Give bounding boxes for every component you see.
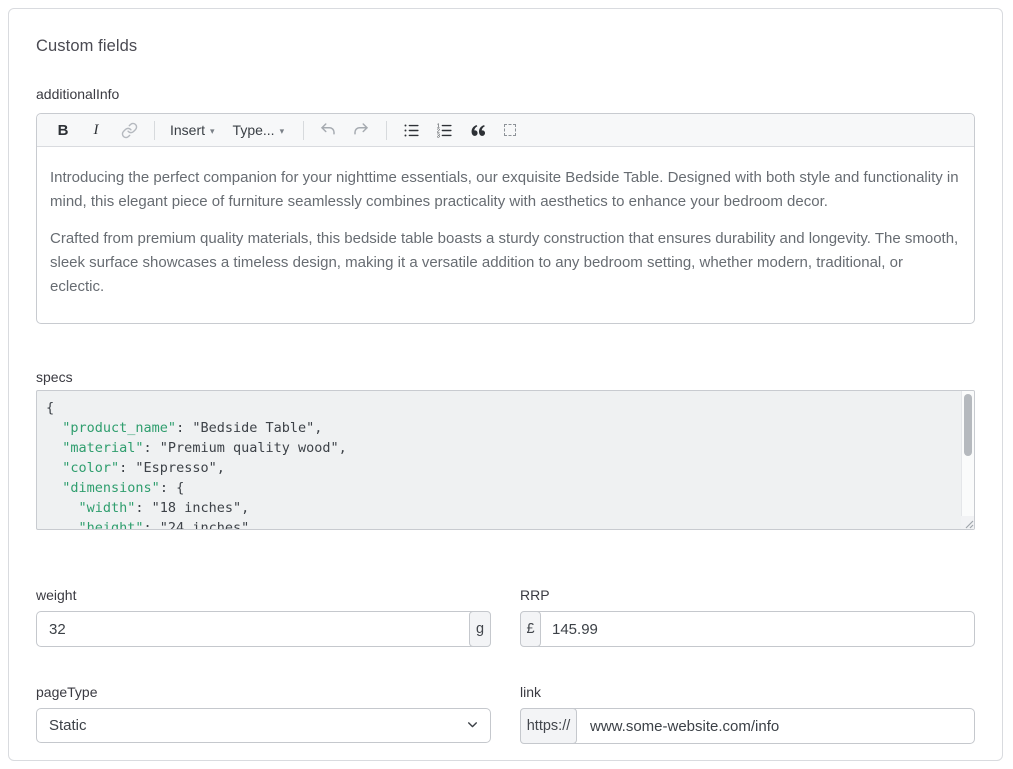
rrp-currency-addon: £ (520, 611, 541, 647)
specs-code[interactable]: { "product_name": "Bedside Table", "mate… (37, 391, 974, 530)
resize-handle[interactable] (961, 516, 974, 529)
caret-down-icon: ▾ (210, 126, 215, 137)
code-line: "dimensions": { (46, 478, 952, 498)
blockquote-icon (470, 124, 485, 137)
weight-unit-addon: g (469, 611, 491, 647)
code-line: "product_name": "Bedside Table", (46, 418, 952, 438)
rte-toolbar: B I Insert ▾ Type... ▾ (37, 114, 974, 147)
field-additionalInfo: additionalInfo B I Insert ▾ Type... ▾ (36, 86, 975, 324)
svg-text:3: 3 (436, 133, 439, 138)
type-dropdown[interactable]: Type... ▾ (231, 118, 287, 142)
field-specs: specs { "product_name": "Bedside Table",… (36, 369, 975, 530)
toolbar-divider (303, 121, 304, 140)
ordered-list-button[interactable]: 123 (433, 118, 455, 142)
rrp-input[interactable] (520, 611, 975, 647)
blockquote-button[interactable] (466, 118, 488, 142)
rich-text-editor: B I Insert ▾ Type... ▾ (36, 113, 975, 324)
code-line: "material": "Premium quality wood", (46, 438, 952, 458)
toolbar-divider (154, 121, 155, 140)
field-rrp: RRP £ (520, 587, 975, 647)
bold-icon: B (58, 122, 69, 139)
link-button[interactable] (118, 118, 140, 142)
italic-icon: I (94, 122, 99, 139)
weight-label: weight (36, 587, 491, 603)
field-link: link https:// (520, 684, 975, 744)
redo-icon (352, 121, 370, 139)
resize-grip-icon (964, 519, 974, 529)
code-scrollbar[interactable] (961, 391, 974, 529)
additionalinfo-label: additionalInfo (36, 86, 975, 102)
italic-button[interactable]: I (85, 118, 107, 142)
rrp-label: RRP (520, 587, 975, 603)
page-title: Custom fields (36, 37, 975, 56)
rrp-input-group: £ (520, 611, 975, 647)
undo-icon (319, 121, 337, 139)
bold-button[interactable]: B (52, 118, 74, 142)
code-scrollbar-thumb[interactable] (964, 394, 972, 456)
redo-button[interactable] (350, 118, 372, 142)
specs-label: specs (36, 369, 975, 385)
weight-input[interactable] (36, 611, 491, 647)
editor-paragraph: Crafted from premium quality materials, … (50, 227, 961, 299)
link-input[interactable] (520, 708, 975, 744)
select-parent-node-button[interactable] (499, 118, 521, 142)
pagetype-label: pageType (36, 684, 491, 700)
editor-paragraph: Introducing the perfect companion for yo… (50, 166, 961, 214)
row-weight-rrp: weight g RRP £ (36, 587, 975, 647)
code-line: "height": "24 inches" (46, 518, 952, 530)
link-input-group: https:// (520, 708, 975, 744)
specs-code-editor[interactable]: { "product_name": "Bedside Table", "mate… (36, 390, 975, 530)
caret-down-icon: ▾ (280, 126, 285, 137)
custom-fields-card: Custom fields additionalInfo B I Insert … (8, 8, 1003, 761)
link-icon (121, 122, 138, 139)
row-pagetype-link: pageType Static link https:// (36, 684, 975, 744)
rte-content[interactable]: Introducing the perfect companion for yo… (37, 147, 974, 323)
field-weight: weight g (36, 587, 491, 647)
weight-input-group: g (36, 611, 491, 647)
bullet-list-button[interactable] (400, 118, 422, 142)
ordered-list-icon: 123 (436, 122, 453, 139)
dashed-square-icon (504, 124, 516, 136)
insert-dropdown[interactable]: Insert ▾ (168, 118, 217, 142)
bullet-list-icon (403, 122, 420, 139)
code-line: { (46, 398, 952, 418)
link-protocol-addon: https:// (520, 708, 577, 744)
pagetype-select-wrap: Static (36, 708, 491, 743)
toolbar-divider (386, 121, 387, 140)
field-pagetype: pageType Static (36, 684, 491, 744)
code-line: "color": "Espresso", (46, 458, 952, 478)
type-dropdown-label: Type... (233, 122, 275, 138)
pagetype-select[interactable]: Static (36, 708, 491, 743)
link-label: link (520, 684, 975, 700)
undo-button[interactable] (317, 118, 339, 142)
insert-dropdown-label: Insert (170, 122, 205, 138)
code-line: "width": "18 inches", (46, 498, 952, 518)
